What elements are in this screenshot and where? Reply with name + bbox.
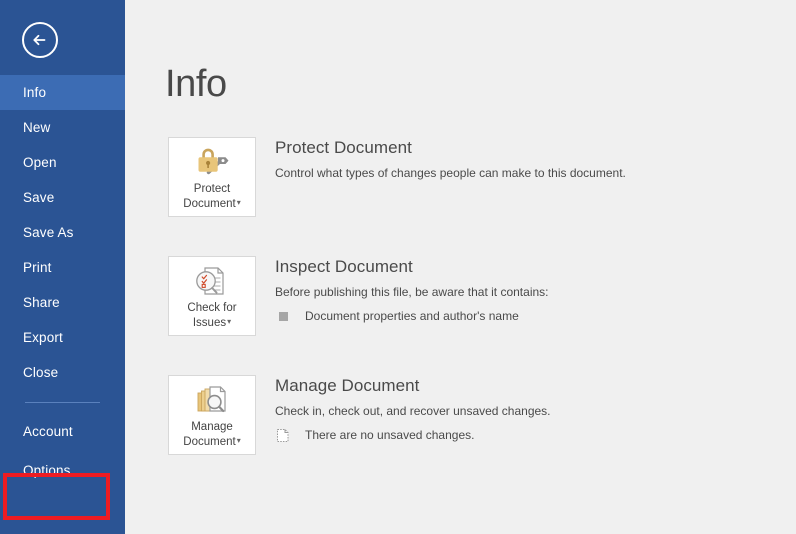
sidebar-item-save[interactable]: Save — [0, 180, 125, 215]
bullet-text: There are no unsaved changes. — [305, 428, 475, 442]
gray-square-icon — [275, 308, 291, 324]
protect-document-button[interactable]: Protect Document▾ — [168, 137, 256, 217]
section-description: Before publishing this file, be aware th… — [275, 285, 549, 299]
sidebar-item-export[interactable]: Export — [0, 320, 125, 355]
backstage-sidebar: Info New Open Save Save As Print Share E… — [0, 0, 125, 534]
sidebar-item-label: Open — [23, 155, 57, 170]
button-label-line2: Document — [183, 198, 236, 210]
sidebar-item-label: New — [23, 120, 51, 135]
button-label-line2: Issues — [192, 317, 227, 329]
dotted-document-icon — [275, 427, 291, 443]
chevron-down-icon[interactable]: ▾ — [227, 317, 231, 326]
chevron-down-icon[interactable]: ▾ — [237, 436, 241, 445]
sidebar-item-label: Info — [23, 85, 47, 100]
sidebar-item-label: Print — [23, 260, 52, 275]
manage-document-text: Manage Document Check in, check out, and… — [275, 375, 796, 443]
button-label-line1: Check for — [187, 302, 237, 314]
button-label-line1: Manage — [191, 421, 233, 433]
document-inspect-icon — [169, 261, 255, 301]
sidebar-divider — [25, 402, 100, 403]
backstage-main: Info Protect Document▾ Protect Document … — [125, 0, 796, 534]
sidebar-item-new[interactable]: New — [0, 110, 125, 145]
manage-document-button[interactable]: Manage Document▾ — [168, 375, 256, 455]
sidebar-item-label: Close — [23, 365, 59, 380]
button-label-line2: Document — [183, 436, 236, 448]
section-heading: Manage Document — [275, 376, 420, 395]
backstage-view: Info New Open Save Save As Print Share E… — [0, 0, 796, 534]
manage-bullet-row: There are no unsaved changes. — [275, 427, 796, 443]
protect-document-text: Protect Document Control what types of c… — [275, 137, 796, 182]
sidebar-item-share[interactable]: Share — [0, 285, 125, 320]
section-description: Check in, check out, and recover unsaved… — [275, 404, 551, 418]
bullet-text: Document properties and author's name — [305, 309, 519, 323]
section-heading: Protect Document — [275, 138, 412, 157]
inspect-bullet-row: Document properties and author's name — [275, 308, 796, 324]
lock-and-key-icon — [169, 142, 255, 182]
sidebar-item-open[interactable]: Open — [0, 145, 125, 180]
sidebar-item-label: Export — [23, 330, 63, 345]
protect-document-button-label: Protect Document▾ — [169, 182, 255, 211]
chevron-down-icon[interactable]: ▾ — [237, 198, 241, 207]
page-title: Info — [165, 63, 227, 105]
manage-document-button-label: Manage Document▾ — [169, 420, 255, 449]
section-description: Control what types of changes people can… — [275, 166, 626, 180]
back-arrow-icon[interactable] — [22, 22, 58, 58]
sidebar-item-info[interactable]: Info — [0, 75, 125, 110]
sidebar-item-print[interactable]: Print — [0, 250, 125, 285]
manage-documents-icon — [169, 380, 255, 420]
sidebar-item-label: Save As — [23, 225, 74, 240]
sidebar-item-close[interactable]: Close — [0, 355, 125, 390]
check-for-issues-button-label: Check for Issues▾ — [169, 301, 255, 330]
inspect-document-text: Inspect Document Before publishing this … — [275, 256, 796, 324]
sidebar-nav-list: Info New Open Save Save As Print Share E… — [0, 75, 125, 488]
section-heading: Inspect Document — [275, 257, 413, 276]
button-label-line1: Protect — [193, 183, 231, 195]
sidebar-item-options[interactable]: Options — [0, 453, 125, 488]
check-for-issues-button[interactable]: Check for Issues▾ — [168, 256, 256, 336]
sidebar-item-account[interactable]: Account — [0, 414, 125, 449]
sidebar-item-label: Options — [23, 463, 71, 478]
sidebar-item-label: Share — [23, 295, 60, 310]
sidebar-item-save-as[interactable]: Save As — [0, 215, 125, 250]
sidebar-item-label: Save — [23, 190, 55, 205]
sidebar-item-label: Account — [23, 424, 73, 439]
